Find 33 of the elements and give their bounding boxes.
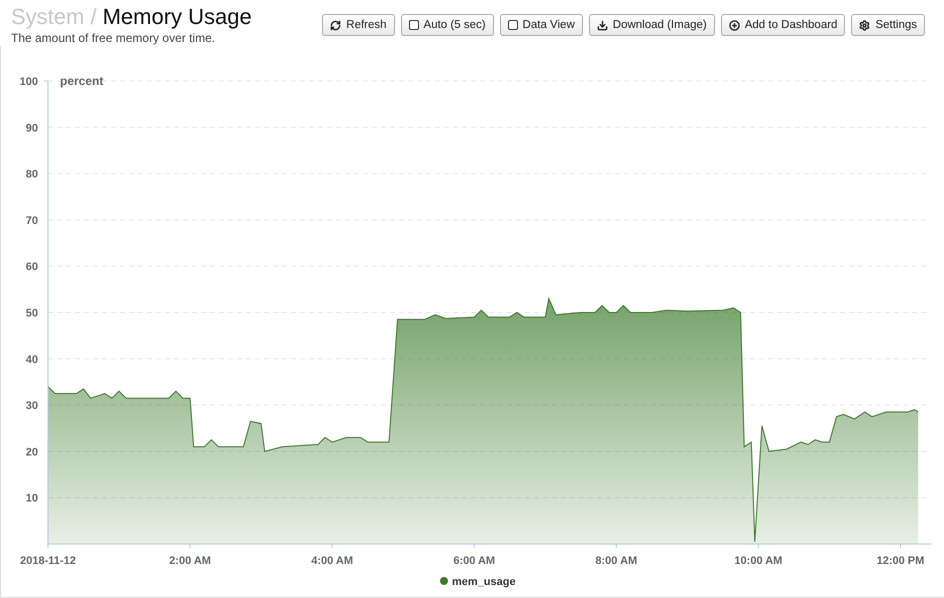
x-tick-label: 8:00 AM bbox=[595, 555, 638, 567]
y-tick-label: 70 bbox=[26, 214, 38, 227]
y-tick-label: 20 bbox=[26, 446, 38, 458]
y-axis-label: percent bbox=[60, 74, 104, 88]
page-title: Memory Usage bbox=[102, 4, 252, 30]
y-tick-label: 100 bbox=[20, 76, 38, 88]
x-tick-label: 4:00 AM bbox=[311, 555, 354, 567]
page-subtitle: The amount of free memory over time. bbox=[11, 31, 216, 45]
toggle-button[interactable]: Auto (5 sec) bbox=[400, 14, 494, 36]
y-tick-label: 50 bbox=[26, 308, 38, 320]
y-tick-label: 90 bbox=[26, 122, 38, 134]
x-tick-label: 6:00 AM bbox=[453, 555, 496, 567]
gear-icon bbox=[859, 20, 870, 30]
checkbox[interactable] bbox=[508, 20, 518, 30]
y-tick-label: 30 bbox=[26, 400, 38, 412]
refresh-icon bbox=[330, 20, 342, 30]
download-button[interactable]: Download (Image) bbox=[588, 14, 715, 36]
download-icon bbox=[596, 20, 608, 30]
legend-label[interactable]: mem_usage bbox=[452, 576, 516, 588]
x-tick-label: 10:00 AM bbox=[734, 555, 782, 567]
settings-button[interactable]: Settings bbox=[851, 14, 925, 36]
x-tick-label: 2:00 AM bbox=[169, 555, 211, 567]
add-button[interactable]: Add to Dashboard bbox=[720, 14, 846, 36]
x-tick-label: 2018-11-12 bbox=[20, 555, 76, 567]
refresh-button[interactable]: Refresh bbox=[322, 14, 395, 36]
y-tick-label: 40 bbox=[26, 354, 38, 366]
x-tick-label: 12:00 PM bbox=[876, 555, 924, 567]
y-tick-label: 60 bbox=[26, 261, 38, 274]
y-tick-label: 10 bbox=[26, 492, 38, 505]
toggle-button[interactable]: Data View bbox=[500, 14, 583, 36]
y-tick-label: 80 bbox=[26, 168, 38, 181]
checkbox[interactable] bbox=[408, 20, 419, 30]
plus-circle-icon bbox=[728, 20, 740, 30]
